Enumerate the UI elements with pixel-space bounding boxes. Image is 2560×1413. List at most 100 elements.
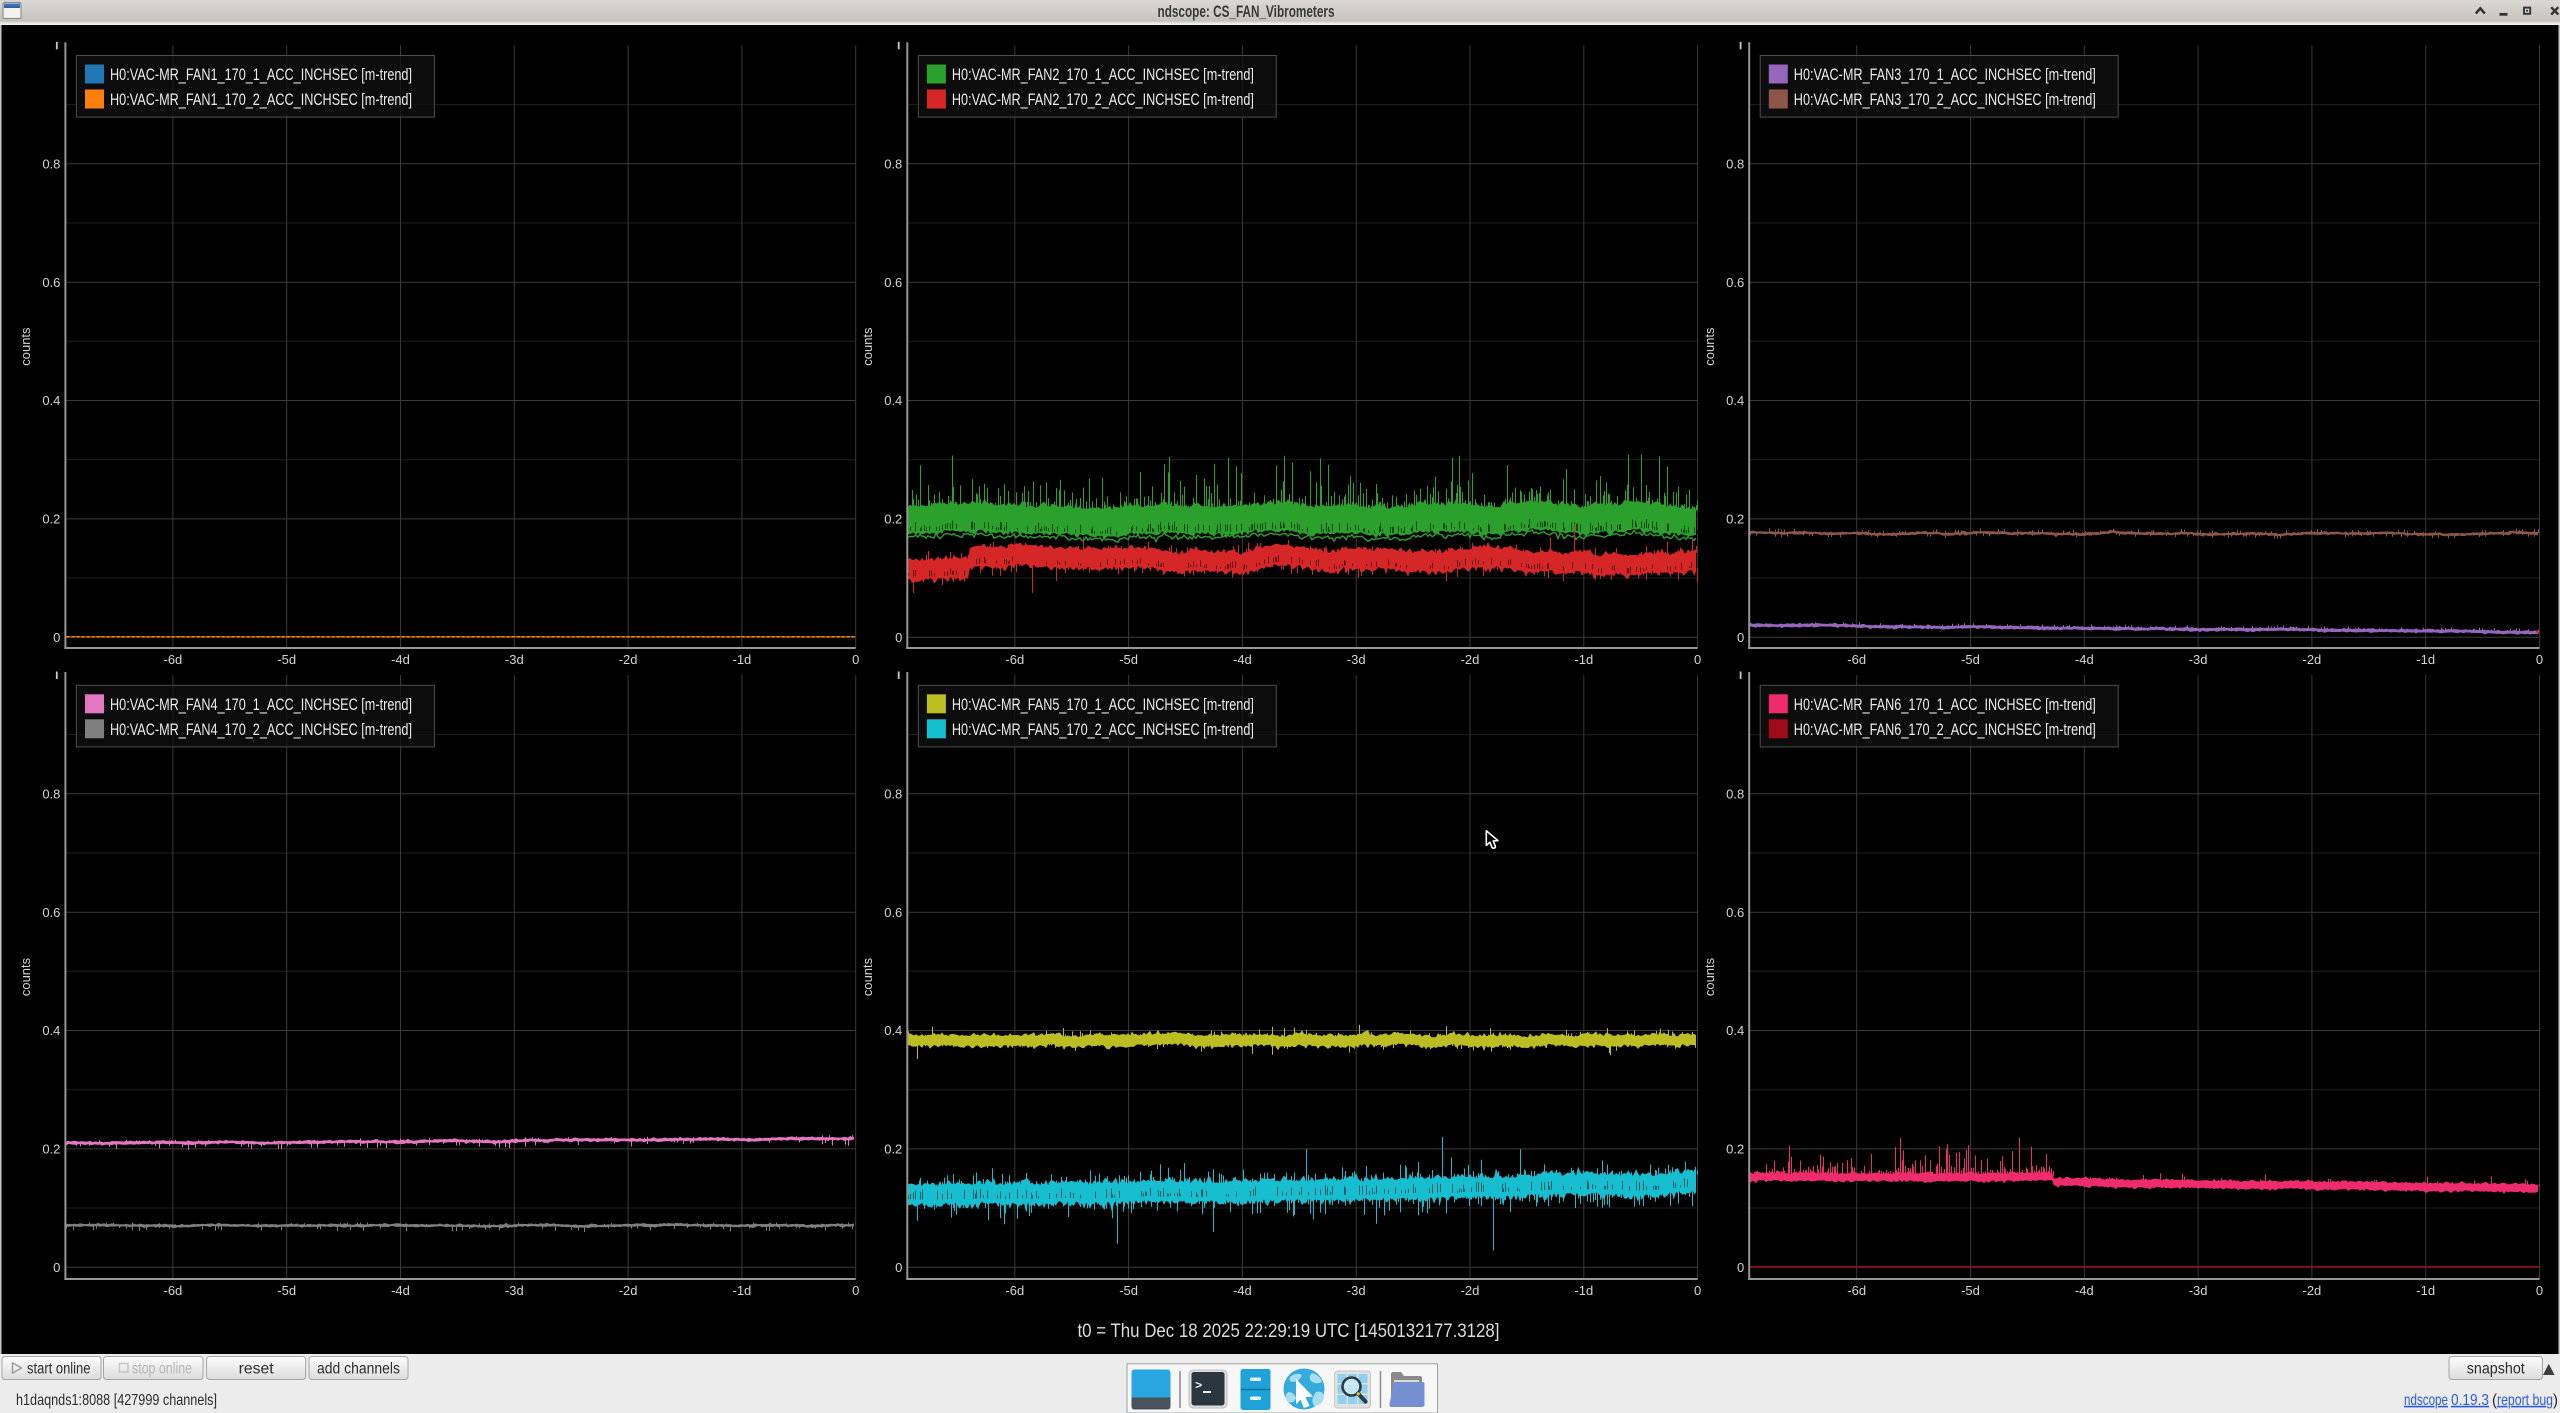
svg-text:reset: reset [239,1360,275,1377]
svg-text:H0:VAC-MR_FAN2_170_2_ACC_INCHS: H0:VAC-MR_FAN2_170_2_ACC_INCHSEC [m-tren… [952,90,1254,109]
svg-text:0: 0 [1694,1283,1701,1298]
svg-text:0: 0 [852,652,859,667]
svg-text:0.4: 0.4 [1726,393,1744,408]
svg-text:0: 0 [2536,652,2543,667]
svg-text:-6d: -6d [164,652,183,667]
svg-text:start online: start online [27,1360,91,1377]
svg-text:-5d: -5d [277,1283,296,1298]
svg-text:H0:VAC-MR_FAN4_170_2_ACC_INCHS: H0:VAC-MR_FAN4_170_2_ACC_INCHSEC [m-tren… [110,720,412,739]
svg-text:-5d: -5d [1119,1283,1138,1298]
svg-text:-2d: -2d [2303,652,2322,667]
svg-text:-1d: -1d [2416,1283,2435,1298]
svg-text:snapshot: snapshot [2467,1360,2526,1377]
svg-text:0.6: 0.6 [42,905,60,920]
svg-text:ndscope: ndscope [2404,1392,2448,1409]
svg-text:-1d: -1d [1574,1283,1593,1298]
svg-text:0.2: 0.2 [42,512,60,527]
svg-text:-2d: -2d [1461,652,1480,667]
svg-text:0.6: 0.6 [1726,905,1744,920]
svg-text:-6d: -6d [1005,652,1024,667]
svg-text:-3d: -3d [2189,1283,2208,1298]
svg-text:0.6: 0.6 [884,905,902,920]
svg-text:-3d: -3d [505,652,524,667]
svg-text:0.8: 0.8 [42,156,60,171]
svg-text:H0:VAC-MR_FAN6_170_2_ACC_INCHS: H0:VAC-MR_FAN6_170_2_ACC_INCHSEC [m-tren… [1794,720,2096,739]
svg-text:>: > [1195,1379,1202,1393]
svg-text:H0:VAC-MR_FAN5_170_2_ACC_INCHS: H0:VAC-MR_FAN5_170_2_ACC_INCHSEC [m-tren… [952,720,1254,739]
svg-text:-3d: -3d [1347,652,1366,667]
svg-text:0.8: 0.8 [1726,156,1744,171]
svg-text:0.2: 0.2 [42,1142,60,1157]
svg-text:0.2: 0.2 [884,512,902,527]
svg-text:0.4: 0.4 [884,1023,902,1038]
svg-text:-4d: -4d [2075,652,2094,667]
svg-text:counts: counts [18,957,33,996]
svg-text:0.4: 0.4 [884,393,902,408]
svg-text:H0:VAC-MR_FAN3_170_1_ACC_INCHS: H0:VAC-MR_FAN3_170_1_ACC_INCHSEC [m-tren… [1794,65,2096,84]
svg-text:h1daqnds1:8088 [427999 channe: h1daqnds1:8088 [427999 channels] [16,1392,217,1409]
svg-text:-3d: -3d [1347,1283,1366,1298]
svg-text:-2d: -2d [619,1283,638,1298]
svg-text:0.8: 0.8 [884,156,902,171]
svg-text:-4d: -4d [391,652,410,667]
svg-text:-6d: -6d [1847,652,1866,667]
svg-text:H0:VAC-MR_FAN2_170_1_ACC_INCHS: H0:VAC-MR_FAN2_170_1_ACC_INCHSEC [m-tren… [952,65,1254,84]
svg-text:-6d: -6d [1005,1283,1024,1298]
svg-text:H0:VAC-MR_FAN5_170_1_ACC_INCHS: H0:VAC-MR_FAN5_170_1_ACC_INCHSEC [m-tren… [952,695,1254,714]
svg-text:0: 0 [1737,1260,1744,1275]
svg-text:-5d: -5d [1961,1283,1980,1298]
svg-text:0: 0 [895,630,902,645]
svg-text:0: 0 [1694,652,1701,667]
svg-text:counts: counts [1702,957,1717,996]
svg-text:-1d: -1d [733,652,752,667]
svg-text:H0:VAC-MR_FAN1_170_1_ACC_INCHS: H0:VAC-MR_FAN1_170_1_ACC_INCHSEC [m-tren… [110,65,412,84]
svg-text:-1d: -1d [2416,652,2435,667]
svg-text:0.2: 0.2 [1726,512,1744,527]
svg-text:0.6: 0.6 [1726,275,1744,290]
svg-text:0: 0 [53,630,60,645]
svg-text:counts: counts [860,957,875,996]
svg-text:counts: counts [1702,327,1717,366]
svg-text:-5d: -5d [277,652,296,667]
svg-text:-4d: -4d [1233,1283,1252,1298]
svg-text:-3d: -3d [2189,652,2208,667]
svg-text:-4d: -4d [391,1283,410,1298]
svg-text:H0:VAC-MR_FAN6_170_1_ACC_INCHS: H0:VAC-MR_FAN6_170_1_ACC_INCHSEC [m-tren… [1794,695,2096,714]
svg-text:-6d: -6d [164,1283,183,1298]
svg-text:t0 = Thu Dec 18 2025 22:29:19: t0 = Thu Dec 18 2025 22:29:19 UTC [14501… [1078,1320,1500,1342]
svg-text:counts: counts [18,327,33,366]
svg-text:0.8: 0.8 [884,786,902,801]
svg-text:0.8: 0.8 [42,786,60,801]
svg-text:counts: counts [860,327,875,366]
svg-text:0.2: 0.2 [884,1142,902,1157]
svg-text:stop online: stop online [132,1360,192,1377]
svg-text:0.6: 0.6 [884,275,902,290]
svg-text:H0:VAC-MR_FAN1_170_2_ACC_INCHS: H0:VAC-MR_FAN1_170_2_ACC_INCHSEC [m-tren… [110,90,412,109]
svg-text:-5d: -5d [1961,652,1980,667]
svg-text:-3d: -3d [505,1283,524,1298]
svg-text:0: 0 [2536,1283,2543,1298]
svg-text:0.4: 0.4 [42,393,60,408]
svg-text:ndscope: CS_FAN_Vibrometers: ndscope: CS_FAN_Vibrometers [1158,2,1335,21]
svg-text:0: 0 [1737,630,1744,645]
svg-text:0: 0 [53,1260,60,1275]
svg-text:-2d: -2d [619,652,638,667]
svg-text:-6d: -6d [1847,1283,1866,1298]
svg-text:0.2: 0.2 [1726,1142,1744,1157]
svg-text:-4d: -4d [2075,1283,2094,1298]
svg-text:add channels: add channels [317,1360,400,1377]
svg-text:-4d: -4d [1233,652,1252,667]
svg-text:0.19.3: 0.19.3 [2451,1392,2489,1409]
svg-text:H0:VAC-MR_FAN4_170_1_ACC_INCHS: H0:VAC-MR_FAN4_170_1_ACC_INCHSEC [m-tren… [110,695,412,714]
svg-text:-1d: -1d [733,1283,752,1298]
svg-text:-2d: -2d [1461,1283,1480,1298]
svg-text:-1d: -1d [1574,652,1593,667]
svg-text:0: 0 [895,1260,902,1275]
svg-text:0.4: 0.4 [1726,1023,1744,1038]
svg-text:0: 0 [852,1283,859,1298]
svg-text:0.8: 0.8 [1726,786,1744,801]
svg-text:-2d: -2d [2303,1283,2322,1298]
svg-text:0.4: 0.4 [42,1023,60,1038]
svg-text:0.6: 0.6 [42,275,60,290]
svg-text:H0:VAC-MR_FAN3_170_2_ACC_INCHS: H0:VAC-MR_FAN3_170_2_ACC_INCHSEC [m-tren… [1794,90,2096,109]
